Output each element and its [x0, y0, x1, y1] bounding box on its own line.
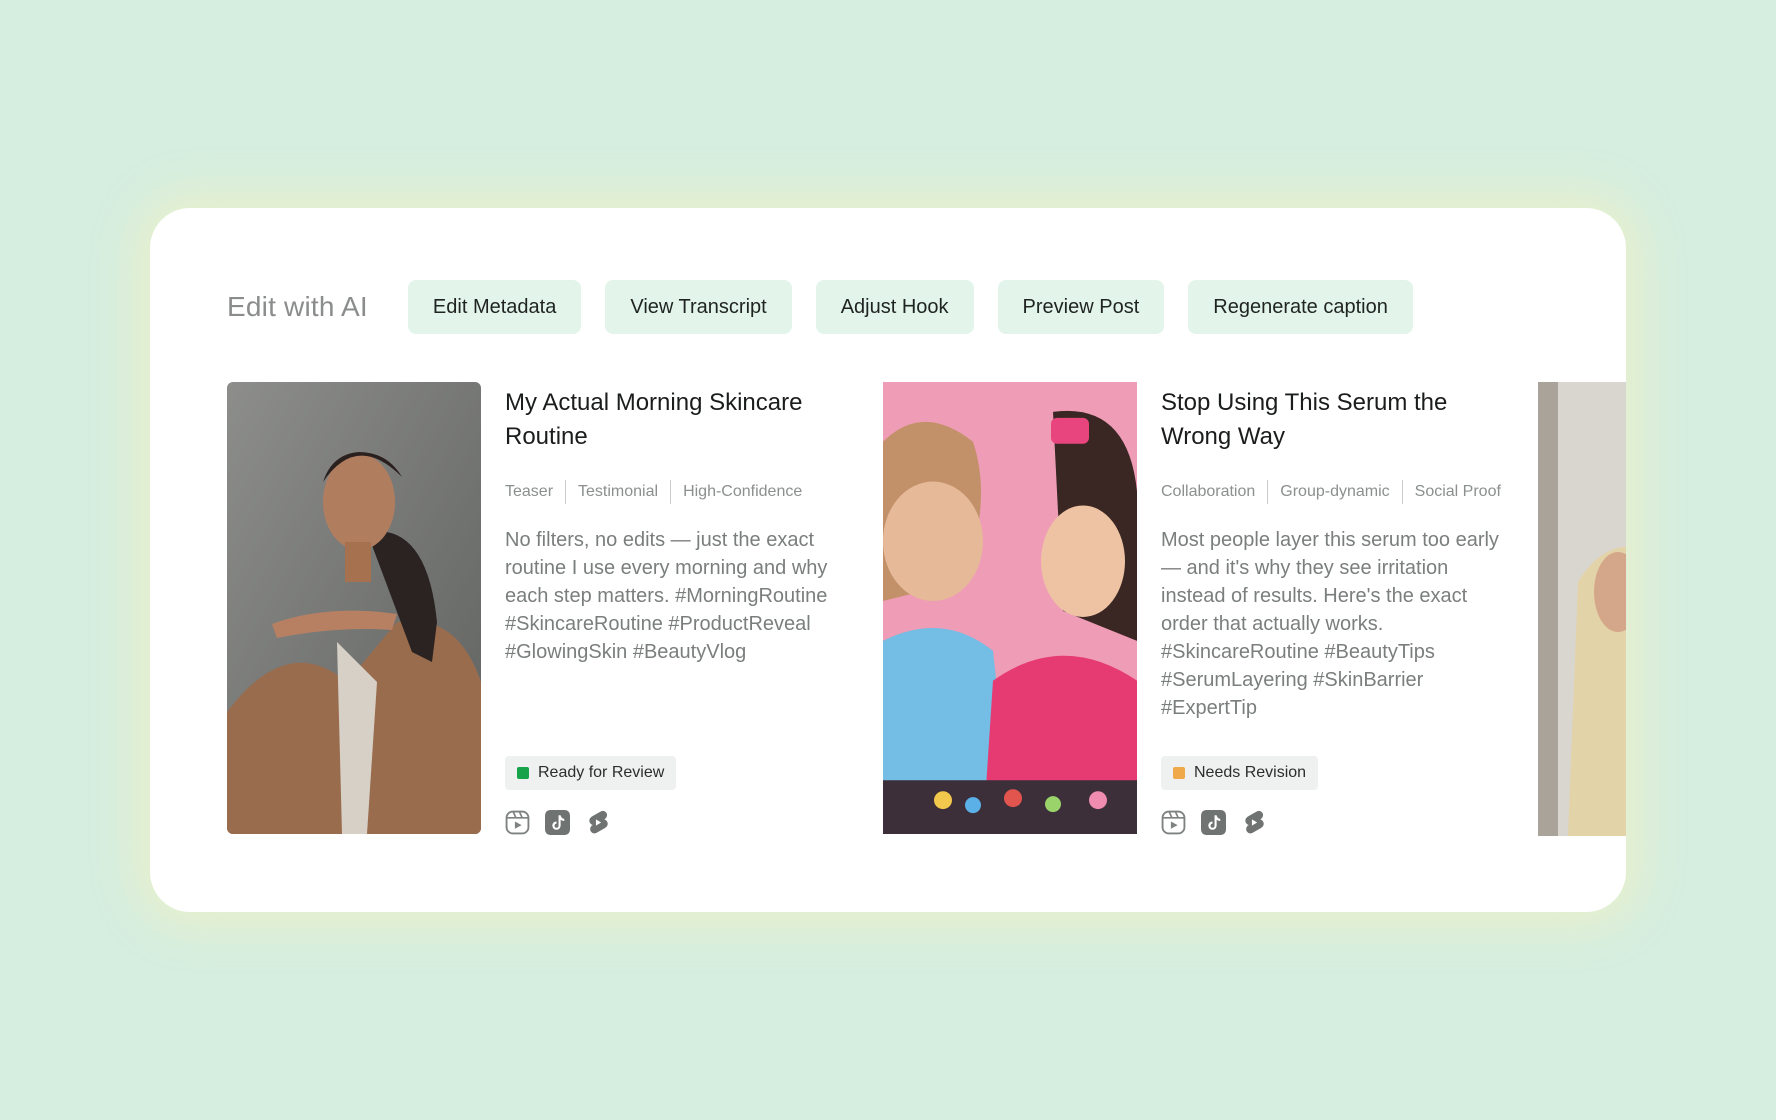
tag: Group-dynamic [1280, 483, 1390, 500]
post-caption: Most people layer this serum too early —… [1161, 529, 1499, 719]
ai-edit-toolbar: Edit with AI Edit Metadata View Transcri… [227, 280, 1437, 334]
toolbar-title: Edit with AI [227, 291, 368, 322]
tiktok-icon[interactable] [1201, 810, 1226, 835]
tag-divider [1401, 480, 1403, 504]
post-caption: No filters, no edits — just the exact ro… [505, 529, 828, 663]
tag: Teaser [505, 483, 554, 500]
youtube-shorts-icon[interactable] [1241, 810, 1266, 835]
post-info: My Actual Morning Skincare Routine Tease… [505, 382, 845, 666]
tag: Collaboration [1161, 483, 1256, 500]
post-info: Stop Using This Serum the Wrong Way Coll… [1161, 382, 1501, 722]
tag-divider [565, 480, 567, 504]
post-title: My Actual Morning Skincare Routine [505, 389, 803, 450]
tiktok-icon[interactable] [545, 810, 570, 835]
instagram-reels-icon[interactable] [505, 810, 530, 835]
tag-divider [670, 480, 672, 504]
post-review-card: Edit with AI Edit Metadata View Transcri… [150, 208, 1626, 912]
youtube-shorts-icon[interactable] [585, 810, 610, 835]
video-thumbnail[interactable] [227, 382, 481, 834]
adjust-hook-button[interactable]: Adjust Hook [815, 280, 974, 334]
status-indicator-icon [1173, 767, 1185, 779]
instagram-reels-icon[interactable] [1161, 810, 1186, 835]
view-transcript-button[interactable]: View Transcript [605, 280, 792, 334]
platform-list [505, 810, 625, 835]
two-friends-thumbnail [883, 382, 1137, 834]
tag: High-Confidence [683, 483, 803, 500]
post-card: Stop Using This Serum the Wrong Way Coll… [883, 382, 1503, 838]
partial-thumbnail-image [1538, 382, 1626, 836]
tag-divider [1267, 480, 1269, 504]
next-post-thumbnail[interactable] [1538, 382, 1626, 836]
status-badge: Needs Revision [1161, 756, 1319, 790]
status-label: Needs Revision [1194, 764, 1307, 781]
status-indicator-icon [517, 767, 529, 779]
platform-list [1161, 810, 1281, 835]
status-badge: Ready for Review [505, 756, 677, 790]
regenerate-caption-button[interactable]: Regenerate caption [1188, 280, 1413, 334]
edit-metadata-button[interactable]: Edit Metadata [407, 280, 582, 334]
video-thumbnail[interactable] [883, 382, 1137, 834]
tag-list: Teaser Testimonial High-Confidence [505, 480, 845, 504]
tag: Social Proof [1414, 483, 1501, 500]
woman-portrait-thumbnail [227, 382, 481, 834]
status-label: Ready for Review [538, 764, 665, 781]
tag: Testimonial [578, 483, 659, 500]
post-card: My Actual Morning Skincare Routine Tease… [227, 382, 847, 838]
post-title: Stop Using This Serum the Wrong Way [1161, 389, 1448, 450]
tag-list: Collaboration Group-dynamic Social Proof [1161, 480, 1501, 504]
preview-post-button[interactable]: Preview Post [997, 280, 1165, 334]
